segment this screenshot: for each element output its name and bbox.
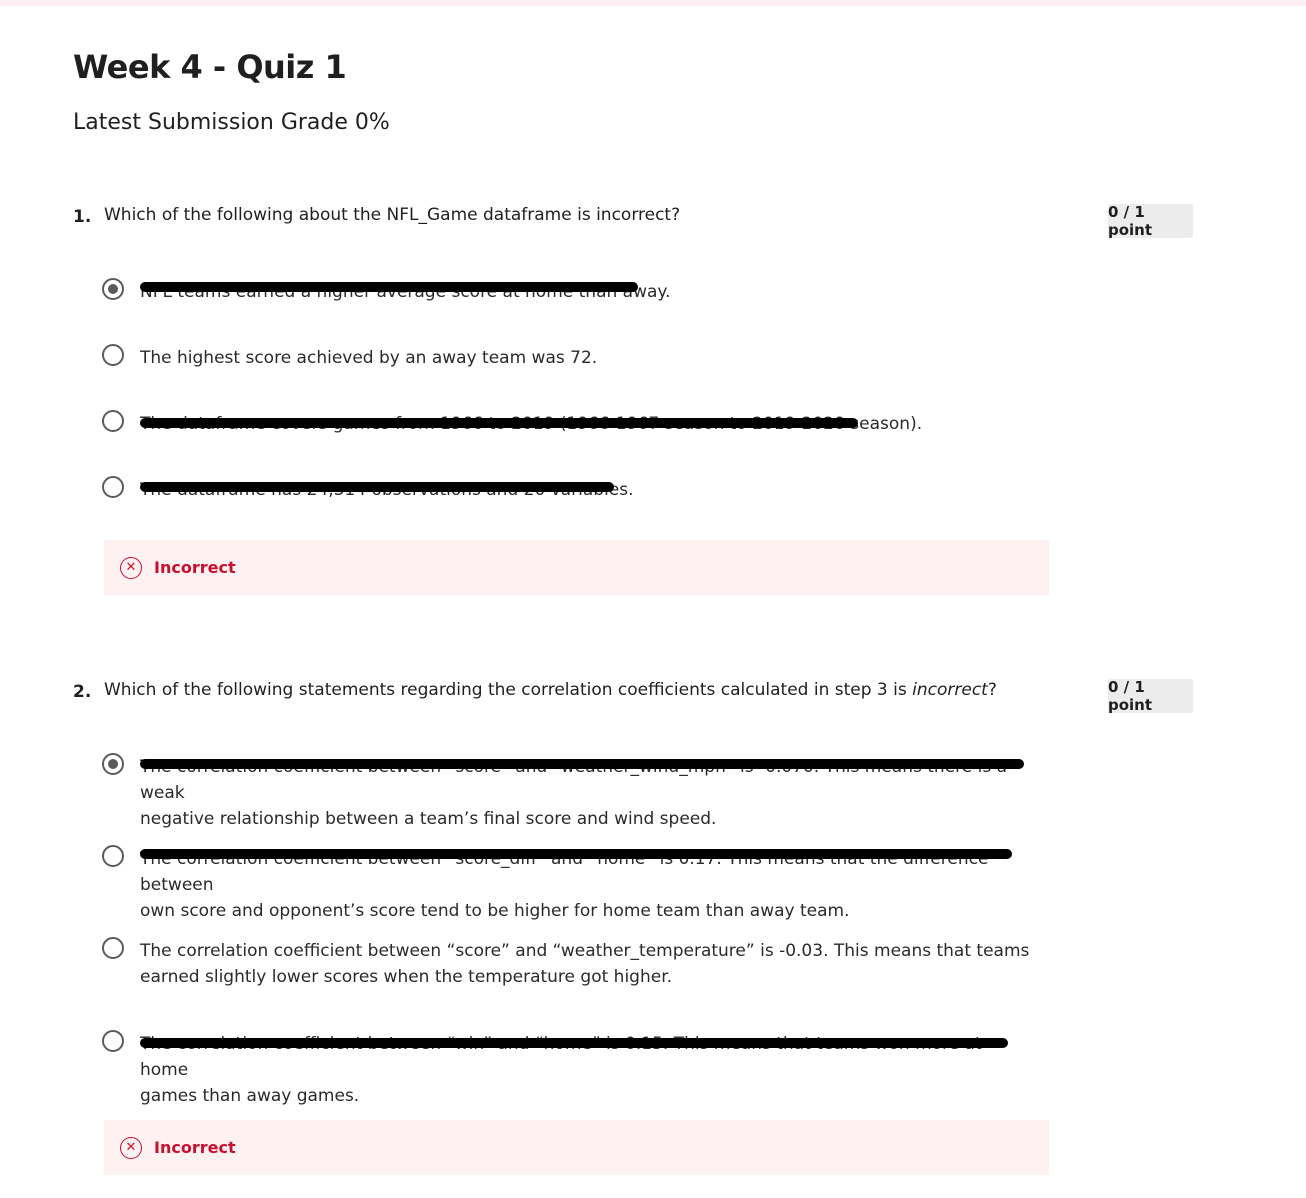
feedback-label: Incorrect — [154, 1138, 236, 1157]
redaction-mark — [140, 759, 1024, 769]
redaction-mark — [140, 1038, 1008, 1048]
question-2-number: 2. — [73, 682, 92, 702]
question-1-option-3[interactable]: The dataframe covers games from 1966 to … — [102, 410, 1032, 436]
quiz-page: Week 4 - Quiz 1 Latest Submission Grade … — [0, 0, 1306, 1198]
question-1-option-2[interactable]: The highest score achieved by an away te… — [102, 344, 1032, 370]
option-line-2: earned slightly lower scores when the te… — [140, 967, 673, 987]
question-1-option-1[interactable]: NFL teams earned a higher average score … — [102, 278, 1032, 304]
radio-selected-icon[interactable] — [102, 278, 124, 300]
question-2-option-4[interactable]: The correlation coefficient between “win… — [102, 1030, 1032, 1106]
question-2-option-2[interactable]: The correlation coefficient between “sco… — [102, 845, 1032, 921]
redaction-mark — [140, 482, 614, 492]
question-2-text-after: ? — [987, 680, 997, 700]
redaction-mark — [140, 849, 1012, 859]
option-line-2: own score and opponent’s score tend to b… — [140, 901, 850, 921]
redaction-mark — [140, 282, 638, 292]
radio-unselected-icon[interactable] — [102, 410, 124, 432]
question-2-option-3[interactable]: The correlation coefficient between “sco… — [102, 937, 1032, 989]
option-line-2: negative relationship between a team’s f… — [140, 809, 717, 829]
question-1-feedback: ✕ Incorrect — [104, 540, 1049, 595]
question-2-option-1[interactable]: The correlation coefficient between “sco… — [102, 753, 1032, 829]
question-2-text-before: Which of the following statements regard… — [104, 680, 913, 700]
radio-unselected-icon[interactable] — [102, 344, 124, 366]
question-1-number: 1. — [73, 207, 92, 227]
question-1-points-badge: 0 / 1 point — [1108, 203, 1193, 239]
question-2-points-badge: 0 / 1 point — [1108, 678, 1193, 714]
option-label: The correlation coefficient between “sco… — [140, 938, 1029, 990]
close-circle-icon: ✕ — [120, 556, 142, 579]
question-2-text-emphasis: incorrect — [912, 680, 988, 700]
top-banner-strip — [0, 0, 1306, 6]
redaction-mark — [140, 418, 858, 428]
question-2-text: Which of the following statements regard… — [104, 680, 997, 700]
radio-selected-icon[interactable] — [102, 753, 124, 775]
question-2-feedback: ✕ Incorrect — [104, 1120, 1049, 1175]
question-1-option-4[interactable]: The dataframe has 24,314 observations an… — [102, 476, 1032, 502]
close-circle-icon: ✕ — [120, 1136, 142, 1159]
radio-unselected-icon[interactable] — [102, 476, 124, 498]
radio-unselected-icon[interactable] — [102, 937, 124, 959]
option-line-1: The correlation coefficient between “sco… — [140, 941, 1030, 961]
feedback-label: Incorrect — [154, 558, 236, 577]
radio-unselected-icon[interactable] — [102, 845, 124, 867]
submission-grade: Latest Submission Grade 0% — [73, 110, 390, 135]
page-title: Week 4 - Quiz 1 — [73, 48, 347, 86]
option-label: The highest score achieved by an away te… — [140, 348, 598, 368]
option-line-2: games than away games. — [140, 1086, 360, 1106]
question-1-text: Which of the following about the NFL_Gam… — [104, 205, 681, 225]
radio-unselected-icon[interactable] — [102, 1030, 124, 1052]
